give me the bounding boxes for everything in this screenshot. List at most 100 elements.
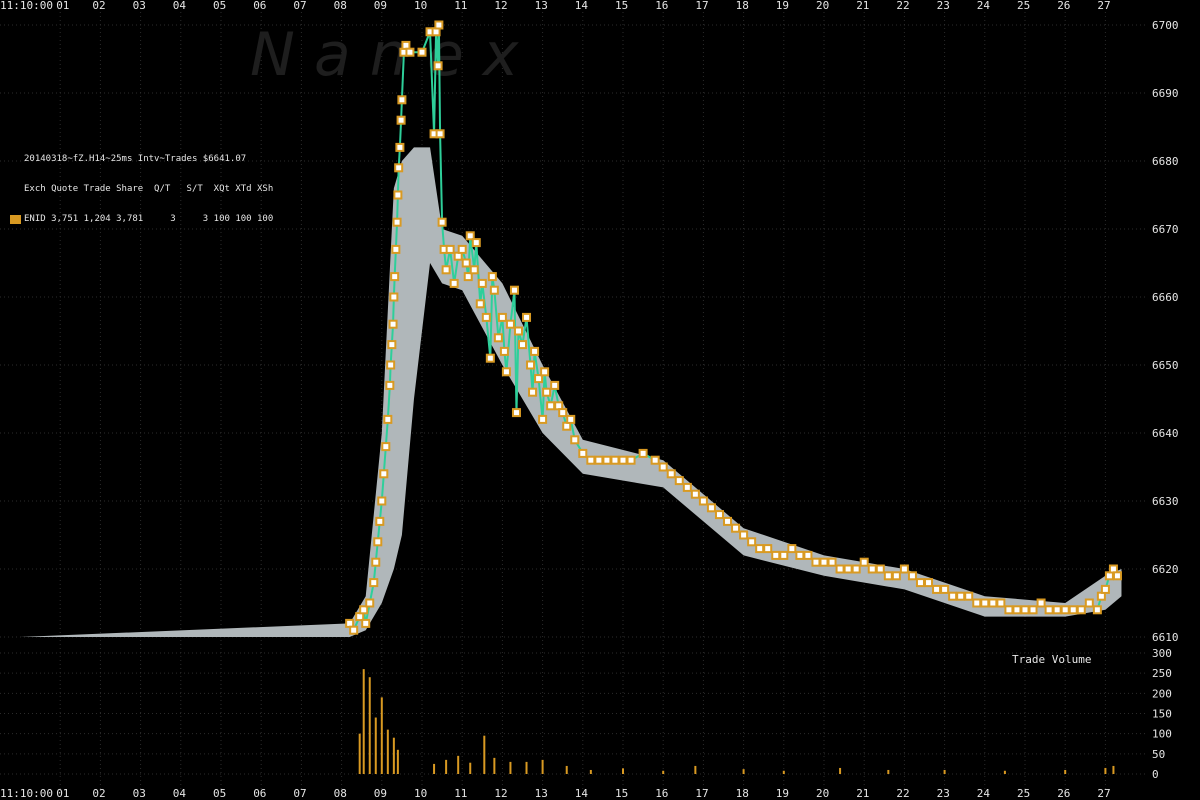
trade-point	[377, 496, 387, 506]
x-tick-label-bottom: 23	[937, 787, 950, 800]
volume-bar	[374, 717, 377, 774]
volume-tick-label: 50	[1152, 748, 1165, 761]
trade-point	[795, 550, 805, 560]
trade-point	[771, 550, 781, 560]
x-tick-label-bottom: 05	[213, 787, 226, 800]
trade-point	[988, 598, 998, 608]
x-tick-label-bottom: 02	[92, 787, 105, 800]
x-tick-label-top: 12	[494, 0, 507, 12]
trade-point	[851, 564, 861, 574]
volume-tick-label: 250	[1152, 667, 1172, 680]
volume-bar	[362, 669, 365, 774]
x-tick-label-top: 11	[454, 0, 467, 12]
volume-bar	[839, 767, 842, 774]
price-tick-label: 6650	[1152, 359, 1179, 372]
trade-point	[883, 571, 893, 581]
trade-point	[859, 557, 869, 567]
volume-tick-label: 100	[1152, 728, 1172, 741]
trade-point	[449, 278, 459, 288]
x-tick-label-top: 26	[1057, 0, 1070, 12]
trade-point	[835, 564, 845, 574]
x-tick-label-top: 13	[535, 0, 548, 12]
volume-bar	[694, 765, 697, 774]
x-tick-label-top: 24	[977, 0, 991, 12]
volume-bar	[396, 749, 399, 774]
trade-point	[385, 380, 395, 390]
trade-point	[381, 442, 391, 452]
trade-point	[386, 360, 396, 370]
trade-point	[891, 571, 901, 581]
trade-point	[1060, 605, 1070, 615]
trade-point	[594, 455, 604, 465]
volume-tick-label: 300	[1152, 647, 1172, 660]
x-tick-label-top: 06	[253, 0, 266, 12]
trade-point	[1052, 605, 1062, 615]
x-tick-label-bottom: 07	[293, 787, 306, 800]
trade-point	[602, 455, 612, 465]
trade-point	[528, 387, 538, 397]
trade-point	[658, 462, 668, 472]
x-tick-label-bottom: 01	[56, 787, 69, 800]
trade-point	[1028, 605, 1038, 615]
trade-point	[513, 326, 523, 336]
trade-point	[394, 163, 404, 173]
trade-point	[497, 312, 507, 322]
volume-bar	[887, 769, 890, 774]
x-tick-label-top: 10	[414, 0, 427, 12]
trade-point	[819, 557, 829, 567]
info-title: 20140318~fZ.H14~25ms Intv~Trades $6641.0…	[24, 154, 247, 164]
trade-point	[618, 455, 628, 465]
trade-point	[558, 408, 568, 418]
trade-point	[511, 408, 521, 418]
price-chart: N a n e x 01 01 02 02 03 03 04 04 05 05 06 06 07 07 08…	[0, 0, 1200, 800]
trade-point	[638, 448, 648, 458]
trade-point	[390, 272, 400, 282]
trade-color-swatch	[10, 214, 21, 224]
volume-bar	[509, 761, 512, 774]
x-tick-label-top: 19	[776, 0, 789, 12]
trade-point	[948, 591, 958, 601]
trade-point	[445, 244, 455, 254]
trade-point	[383, 414, 393, 424]
trade-point	[1100, 584, 1110, 594]
x-tick-label-bottom: 03	[133, 787, 146, 800]
trade-point	[373, 537, 383, 547]
x-tick-label-top: 20	[816, 0, 829, 12]
volume-bar	[380, 697, 383, 774]
trade-point	[626, 455, 636, 465]
trade-point	[475, 299, 485, 309]
volume-bar	[1064, 769, 1067, 774]
x-tick-label-bottom: 18	[736, 787, 749, 800]
trade-point	[1004, 605, 1014, 615]
x-tick-label-bottom: 17	[695, 787, 708, 800]
trade-point	[674, 476, 684, 486]
info-row-text: ENID 3,751 1,204 3,781 3 3 100 100 100	[24, 214, 274, 224]
trade-point	[485, 353, 495, 363]
chart-background	[0, 0, 1200, 800]
volume-bar	[1112, 765, 1115, 774]
trade-point	[578, 448, 588, 458]
trade-point	[803, 550, 813, 560]
x-tick-label-bottom: 27	[1097, 787, 1110, 800]
trade-point	[396, 115, 406, 125]
x-tick-label-top: 25	[1017, 0, 1030, 12]
price-tick-label: 6630	[1152, 495, 1179, 508]
x-tick-label-bottom: 09	[374, 787, 387, 800]
trade-point	[435, 129, 445, 139]
trade-point	[787, 544, 797, 554]
volume-bar	[622, 768, 624, 774]
trade-point	[610, 455, 620, 465]
volume-bar	[358, 733, 361, 774]
trade-point	[1012, 605, 1022, 615]
price-tick-label: 6610	[1152, 631, 1179, 644]
trade-point	[827, 557, 837, 567]
x-tick-label-bottom: 11	[454, 787, 467, 800]
trade-point	[1112, 571, 1122, 581]
x-tick-label-bottom: 12	[494, 787, 507, 800]
trade-point	[1020, 605, 1030, 615]
trade-point	[1068, 605, 1078, 615]
trade-point	[542, 387, 552, 397]
trade-point	[395, 142, 405, 152]
trade-point	[875, 564, 885, 574]
trade-point	[493, 333, 503, 343]
